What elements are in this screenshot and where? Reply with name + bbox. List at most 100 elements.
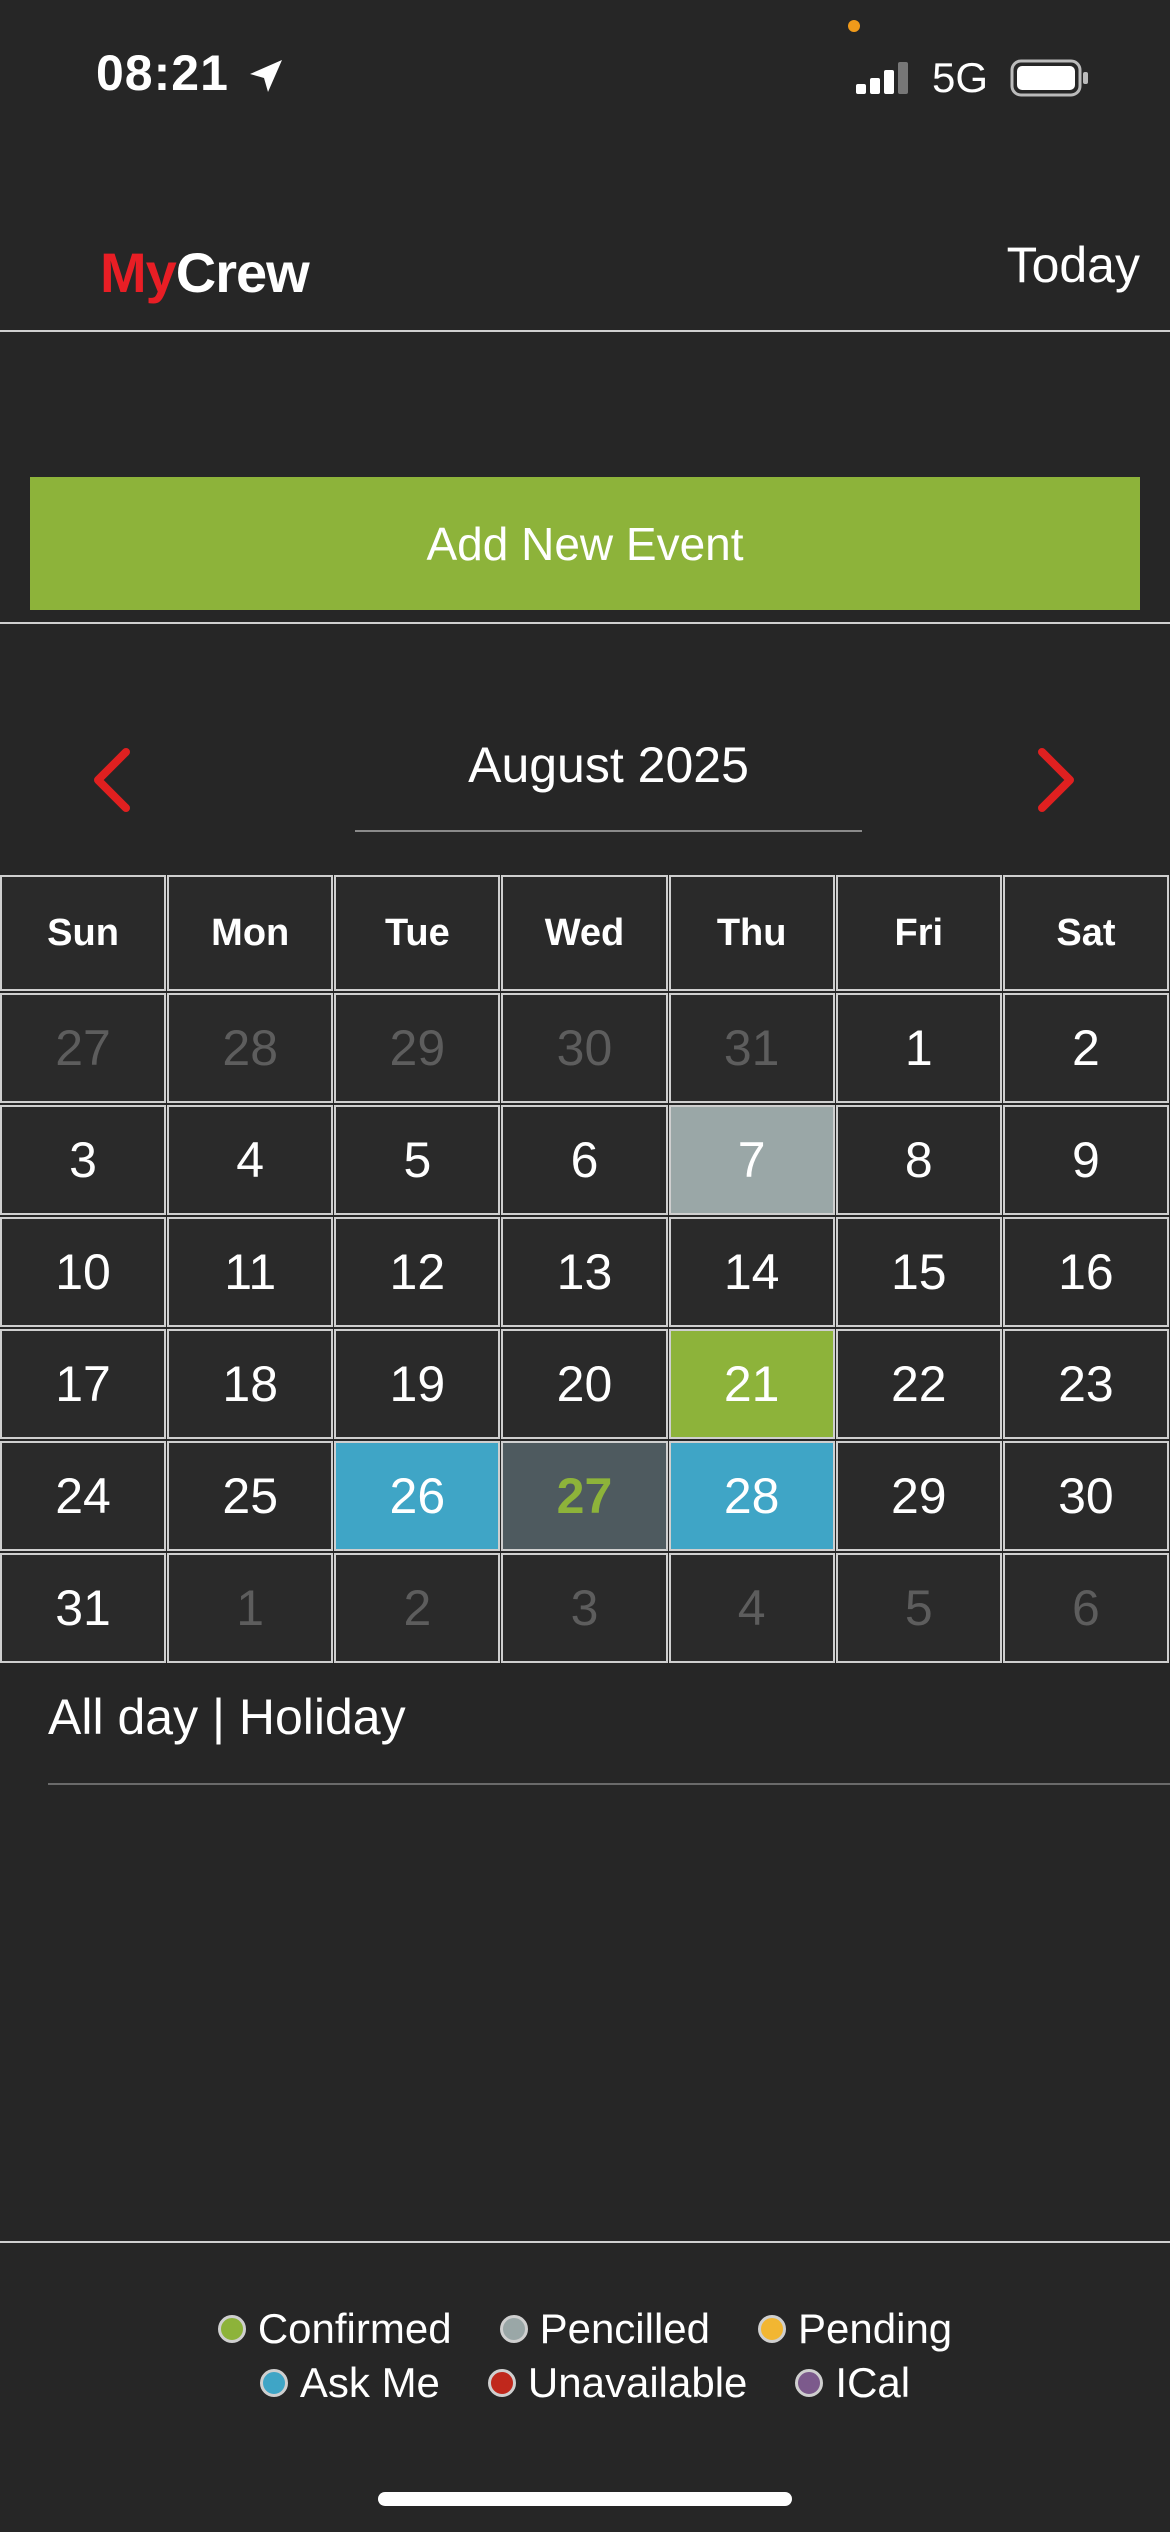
- legend-item-ical: ICal: [795, 2359, 910, 2407]
- legend-item-pending: Pending: [758, 2305, 952, 2353]
- calendar-day-cell[interactable]: 4: [668, 1553, 835, 1663]
- battery-icon: [1010, 58, 1090, 98]
- mycrew-logo: MyCrew: [100, 240, 310, 305]
- next-month-button[interactable]: [1026, 744, 1086, 816]
- calendar-day-cell[interactable]: 1: [835, 993, 1002, 1103]
- weekday-header-row: Sun Mon Tue Wed Thu Fri Sat: [0, 875, 1170, 993]
- calendar-day-cell[interactable]: 3: [501, 1553, 668, 1663]
- legend-item-unavailable: Unavailable: [487, 2359, 748, 2407]
- calendar-day-cell[interactable]: 26: [334, 1441, 501, 1551]
- calendar-week-row: 24 25 26 27 28 29 30: [0, 1441, 1170, 1553]
- header-divider: [0, 330, 1170, 332]
- network-label: 5G: [932, 54, 989, 101]
- status-dot-icon: [758, 2315, 787, 2343]
- calendar-day-cell[interactable]: 18: [167, 1329, 334, 1439]
- weekday-header: Sat: [1002, 875, 1169, 991]
- weekday-header: Thu: [668, 875, 835, 991]
- calendar-day-cell[interactable]: 30: [1002, 1441, 1169, 1551]
- calendar-day-cell[interactable]: 7: [668, 1105, 835, 1215]
- weekday-header: Wed: [501, 875, 668, 991]
- calendar-week-row: 31 1 2 3 4 5 6: [0, 1553, 1170, 1665]
- calendar-week-row: 17 18 19 20 21 22 23: [0, 1329, 1170, 1441]
- chevron-right-icon: [1038, 748, 1074, 812]
- calendar-day-cell[interactable]: 10: [0, 1217, 167, 1327]
- prev-month-button[interactable]: [82, 744, 142, 816]
- legend-label: ICal: [835, 2359, 911, 2406]
- calendar-day-cell[interactable]: 15: [835, 1217, 1002, 1327]
- calendar-day-cell[interactable]: 31: [0, 1553, 167, 1663]
- legend-row-1: Confirmed Pencilled Pending: [0, 2305, 1170, 2353]
- calendar-day-cell[interactable]: 5: [334, 1105, 501, 1215]
- month-title-underline: [355, 830, 862, 832]
- event-divider: [48, 1783, 1170, 1785]
- legend-label: Pencilled: [539, 2305, 711, 2352]
- calendar-day-cell[interactable]: 28: [167, 993, 334, 1103]
- calendar-day-cell[interactable]: 23: [1002, 1329, 1169, 1439]
- calendar-day-cell[interactable]: 30: [501, 993, 668, 1103]
- legend-label: Pending: [798, 2305, 953, 2352]
- calendar-week-row: 10 11 12 13 14 15 16: [0, 1217, 1170, 1329]
- privacy-indicator-dot: [848, 20, 860, 32]
- calendar-day-cell[interactable]: 27: [0, 993, 167, 1103]
- legend-item-confirmed: Confirmed: [217, 2305, 452, 2353]
- calendar-day-cell[interactable]: 9: [1002, 1105, 1169, 1215]
- status-dot-icon: [259, 2369, 288, 2397]
- weekday-header: Mon: [167, 875, 334, 991]
- calendar-day-cell[interactable]: 5: [835, 1553, 1002, 1663]
- legend-row-2: Ask Me Unavailable ICal: [0, 2359, 1170, 2407]
- legend-label: Ask Me: [299, 2359, 440, 2406]
- weekday-header: Sun: [0, 875, 167, 991]
- home-indicator[interactable]: [378, 2492, 792, 2506]
- calendar-day-cell[interactable]: 13: [501, 1217, 668, 1327]
- calendar-day-cell[interactable]: 12: [334, 1217, 501, 1327]
- calendar-day-cell[interactable]: 29: [835, 1441, 1002, 1551]
- calendar-day-cell[interactable]: 2: [1002, 993, 1169, 1103]
- chevron-left-icon: [94, 748, 130, 812]
- section-divider: [0, 622, 1170, 624]
- calendar-day-cell[interactable]: 29: [334, 993, 501, 1103]
- calendar-day-cell[interactable]: 17: [0, 1329, 167, 1439]
- calendar-grid: Sun Mon Tue Wed Thu Fri Sat 27 28 29 30 31 1 2…: [0, 875, 1170, 1665]
- calendar-day-cell[interactable]: 1: [167, 1553, 334, 1663]
- status-dot-icon: [487, 2369, 516, 2397]
- status-dot-icon: [217, 2315, 246, 2343]
- calendar-day-cell[interactable]: 27: [501, 1441, 668, 1551]
- status-time: 08:21: [96, 45, 229, 101]
- calendar-day-cell[interactable]: 8: [835, 1105, 1002, 1215]
- location-arrow-icon: [246, 56, 286, 96]
- calendar-day-cell[interactable]: 16: [1002, 1217, 1169, 1327]
- legend-divider: [0, 2241, 1170, 2243]
- calendar-day-cell[interactable]: 6: [501, 1105, 668, 1215]
- calendar-day-cell[interactable]: 28: [668, 1441, 835, 1551]
- legend-item-pencilled: Pencilled: [499, 2305, 711, 2353]
- calendar-day-cell[interactable]: 19: [334, 1329, 501, 1439]
- calendar-day-cell[interactable]: 14: [668, 1217, 835, 1327]
- signal-bars-icon: [854, 58, 914, 98]
- month-title[interactable]: August 2025: [355, 736, 862, 794]
- calendar-day-cell[interactable]: 31: [668, 993, 835, 1103]
- calendar-day-cell[interactable]: 3: [0, 1105, 167, 1215]
- calendar-day-cell[interactable]: 22: [835, 1329, 1002, 1439]
- calendar-weeks: 27 28 29 30 31 1 2 3 4 5 6 7 8 9 10 11 12 13 14 15 16 17 18 19 2…: [0, 993, 1170, 1665]
- calendar-day-cell[interactable]: 11: [167, 1217, 334, 1327]
- calendar-day-cell[interactable]: 2: [334, 1553, 501, 1663]
- legend-label: Unavailable: [527, 2359, 748, 2406]
- weekday-header: Fri: [835, 875, 1002, 991]
- legend-item-ask-me: Ask Me: [259, 2359, 440, 2407]
- status-dot-icon: [795, 2369, 824, 2397]
- today-button[interactable]: Today: [1007, 236, 1140, 294]
- legend-label: Confirmed: [257, 2305, 452, 2352]
- calendar-day-cell[interactable]: 4: [167, 1105, 334, 1215]
- calendar-day-cell[interactable]: 6: [1002, 1553, 1169, 1663]
- logo-crew: Crew: [175, 241, 310, 304]
- logo-my: My: [100, 241, 177, 304]
- calendar-week-row: 3456789: [0, 1105, 1170, 1217]
- calendar-week-row: 27 28 29 30 31 1 2: [0, 993, 1170, 1105]
- calendar-day-cell[interactable]: 20: [501, 1329, 668, 1439]
- calendar-day-cell[interactable]: 21: [668, 1329, 835, 1439]
- calendar-day-cell[interactable]: 25: [167, 1441, 334, 1551]
- weekday-header: Tue: [334, 875, 501, 991]
- calendar-day-cell[interactable]: 24: [0, 1441, 167, 1551]
- event-summary[interactable]: All day | Holiday: [48, 1688, 406, 1746]
- add-new-event-button[interactable]: Add New Event: [30, 477, 1140, 610]
